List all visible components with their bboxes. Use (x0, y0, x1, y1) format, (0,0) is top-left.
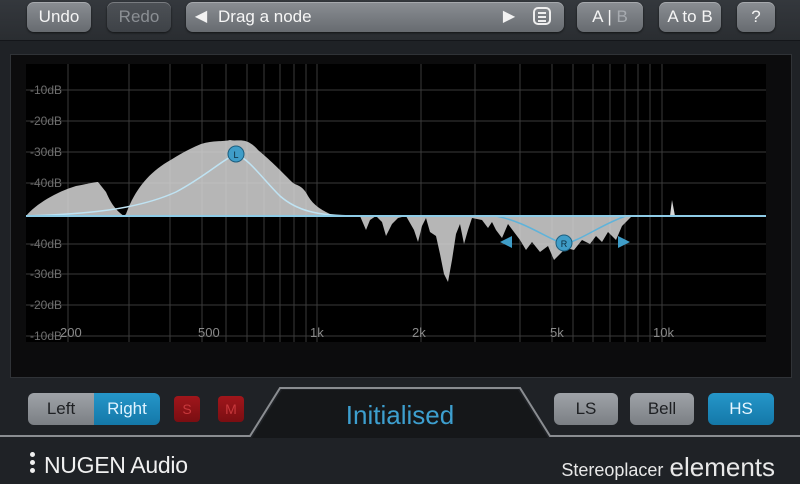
node-left[interactable]: L (227, 145, 245, 163)
freq-label: 1k (310, 325, 324, 340)
spectrum-right (360, 216, 632, 282)
freq-label: 10k (653, 325, 674, 340)
node-right[interactable]: R (555, 234, 573, 252)
product-name: Stereoplacer elements (561, 452, 775, 483)
solo-button[interactable]: S (174, 396, 200, 422)
db-label: -30dB (30, 145, 62, 159)
ab-a-label: A (592, 7, 603, 26)
status-text: Initialised (345, 400, 455, 430)
db-label: -10dB (30, 83, 62, 97)
db-label: -20dB (30, 298, 62, 312)
spectrum-left (26, 140, 332, 216)
freq-label: 5k (550, 325, 564, 340)
brand-dots-icon (30, 452, 36, 476)
high-shelf-button[interactable]: HS (708, 393, 774, 425)
bandwidth-left-handle-icon[interactable] (500, 236, 512, 248)
freq-label: 500 (198, 325, 220, 340)
brand-logo: NUGEN Audio (44, 452, 188, 478)
node-left-label: L (233, 150, 238, 160)
db-label: -40dB (30, 237, 62, 251)
left-channel-button[interactable]: Left (28, 393, 94, 425)
db-label: -10dB (30, 329, 62, 342)
freq-label: 2k (412, 325, 426, 340)
db-label: -30dB (30, 267, 62, 281)
db-label: -20dB (30, 114, 62, 128)
preset-label: Drag a node (218, 7, 312, 26)
mute-button[interactable]: M (218, 396, 244, 422)
preset-prev-arrow-icon[interactable]: ◀ (190, 2, 212, 32)
product-suffix: elements (669, 452, 776, 482)
right-channel-button[interactable]: Right (94, 393, 160, 425)
freq-label: 200 (60, 325, 82, 340)
preset-selector[interactable]: ◀ Drag a node ▶ (186, 2, 564, 32)
ab-separator: | (607, 7, 612, 26)
ab-b-label: B (616, 7, 628, 26)
eq-graph[interactable]: -10dB -20dB -30dB -40dB -40dB -30dB -20d… (26, 64, 766, 342)
help-button[interactable]: ? (737, 2, 775, 32)
node-right-label: R (561, 239, 568, 249)
low-shelf-button[interactable]: LS (554, 393, 618, 425)
db-label: -40dB (30, 176, 62, 190)
freq-axis: 200 500 1k 2k 5k 10k (60, 325, 674, 340)
redo-button[interactable]: Redo (107, 2, 171, 32)
spectrum-spike (670, 200, 675, 216)
ab-toggle-button[interactable]: A | B (577, 2, 643, 32)
bandwidth-right-handle-icon[interactable] (618, 236, 630, 248)
preset-menu-icon[interactable] (533, 7, 551, 25)
preset-next-arrow-icon[interactable]: ▶ (498, 2, 520, 32)
undo-button[interactable]: Undo (27, 2, 91, 32)
bell-button[interactable]: Bell (630, 393, 694, 425)
toolbar: Undo Redo ◀ Drag a node ▶ A | B A to B ? (0, 0, 800, 41)
a-to-b-button[interactable]: A to B (659, 2, 721, 32)
product-prefix: Stereoplacer (561, 460, 664, 480)
